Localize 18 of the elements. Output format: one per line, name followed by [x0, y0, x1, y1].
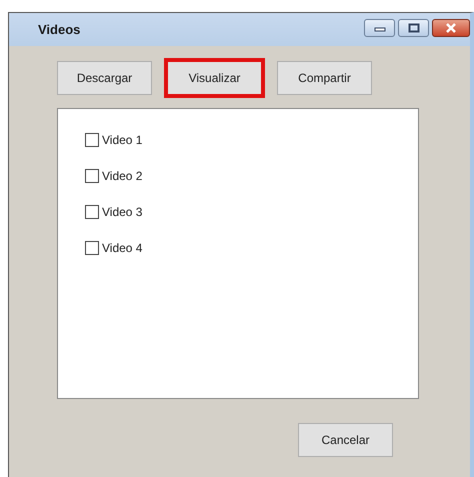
maximize-icon	[408, 23, 420, 33]
view-button[interactable]: Visualizar	[167, 61, 262, 95]
minimize-button[interactable]	[364, 19, 395, 37]
checkbox[interactable]	[85, 204, 99, 218]
window-title: Videos	[38, 22, 80, 37]
checkbox-label: Video 2	[102, 168, 142, 182]
close-icon	[445, 23, 457, 33]
close-button[interactable]	[432, 19, 470, 37]
checkbox[interactable]	[85, 240, 99, 254]
checkbox[interactable]	[85, 168, 99, 182]
checkbox-label: Video 3	[102, 204, 142, 218]
share-button[interactable]: Compartir	[277, 61, 372, 95]
checkbox[interactable]	[85, 132, 99, 146]
download-button[interactable]: Descargar	[57, 61, 152, 95]
maximize-button[interactable]	[398, 19, 429, 37]
cancel-button[interactable]: Cancelar	[298, 423, 393, 457]
checkbox-label: Video 1	[102, 132, 142, 146]
checkbox-label: Video 4	[102, 240, 142, 254]
